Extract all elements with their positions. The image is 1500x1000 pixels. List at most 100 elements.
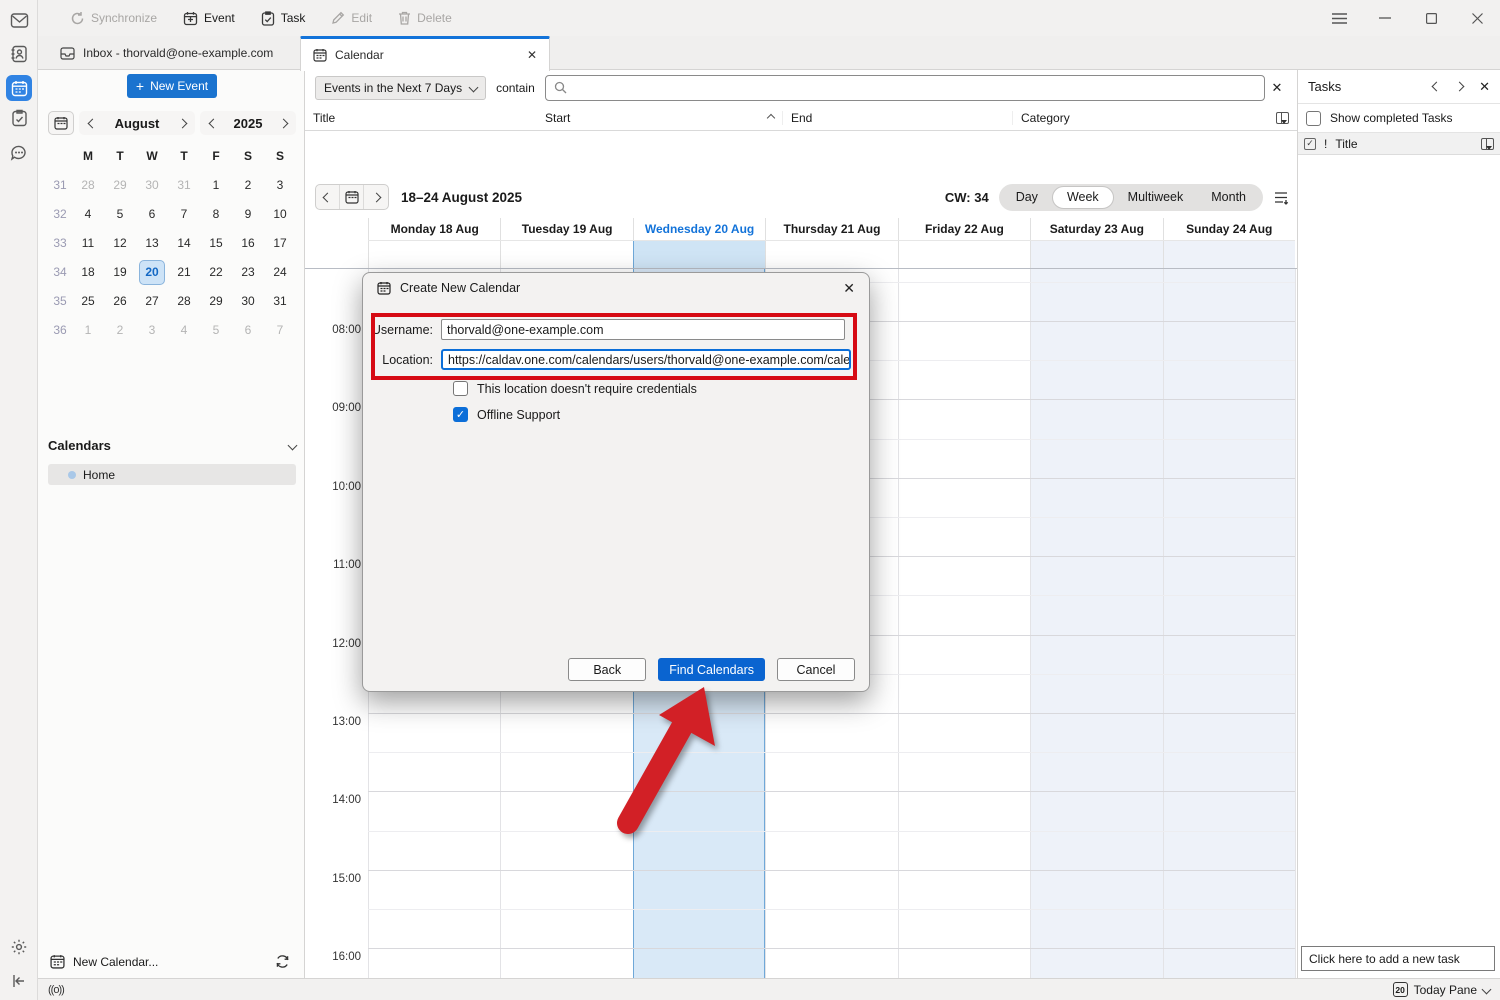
- column-start[interactable]: Start: [537, 111, 782, 125]
- event-search-input[interactable]: [545, 75, 1265, 101]
- minical-day[interactable]: 17: [264, 229, 296, 257]
- day-column[interactable]: [1163, 269, 1295, 978]
- minical-day[interactable]: 18: [72, 258, 104, 286]
- app-menu-icon[interactable]: [1316, 0, 1362, 36]
- day-header[interactable]: Tuesday 19 Aug: [500, 218, 632, 240]
- previous-week-icon[interactable]: [316, 185, 340, 209]
- allday-cell[interactable]: [368, 241, 500, 268]
- allday-cell[interactable]: [765, 241, 897, 268]
- minical-day[interactable]: 30: [136, 171, 168, 199]
- minical-day[interactable]: 11: [72, 229, 104, 257]
- allday-cell[interactable]: [633, 241, 765, 268]
- chat-space-icon[interactable]: [6, 140, 32, 166]
- tab-close-icon[interactable]: ✕: [527, 48, 537, 62]
- prev-month-icon[interactable]: [79, 120, 105, 127]
- minical-day[interactable]: 3: [136, 316, 168, 344]
- offline-support-checkbox[interactable]: ✓: [453, 407, 468, 422]
- find-calendars-button[interactable]: Find Calendars: [658, 658, 765, 681]
- minical-day[interactable]: 16: [232, 229, 264, 257]
- minical-day[interactable]: 28: [168, 287, 200, 315]
- minical-day[interactable]: 9: [232, 200, 264, 228]
- no-credentials-checkbox[interactable]: [453, 381, 468, 396]
- view-week-button[interactable]: Week: [1052, 186, 1114, 209]
- next-week-icon[interactable]: [364, 185, 388, 209]
- today-pane-toggle[interactable]: 20 Today Pane: [1393, 982, 1490, 997]
- minical-day[interactable]: 22: [200, 258, 232, 286]
- collapse-spaces-icon[interactable]: [6, 968, 32, 994]
- minical-day[interactable]: 1: [72, 316, 104, 344]
- location-input[interactable]: https://caldav.one.com/calendars/users/t…: [441, 349, 851, 370]
- priority-column[interactable]: !: [1324, 137, 1327, 151]
- go-to-today-icon[interactable]: [340, 185, 364, 209]
- new-calendar-button[interactable]: New Calendar...: [73, 955, 158, 969]
- new-event-button[interactable]: + New Event: [127, 74, 217, 98]
- minical-day[interactable]: 21: [168, 258, 200, 286]
- cancel-button[interactable]: Cancel: [777, 658, 855, 681]
- minical-day[interactable]: 31: [168, 171, 200, 199]
- day-column[interactable]: [898, 269, 1030, 978]
- username-input[interactable]: thorvald@one-example.com: [441, 319, 845, 340]
- back-button[interactable]: Back: [568, 658, 646, 681]
- minical-day[interactable]: 2: [104, 316, 136, 344]
- minical-day[interactable]: 2: [232, 171, 264, 199]
- allday-cell[interactable]: [1163, 241, 1295, 268]
- minical-day[interactable]: 24: [264, 258, 296, 286]
- allday-cell[interactable]: [1030, 241, 1162, 268]
- next-year-icon[interactable]: [270, 120, 296, 127]
- minical-day[interactable]: 1: [200, 171, 232, 199]
- edit-button[interactable]: Edit: [323, 6, 380, 30]
- minical-day[interactable]: 4: [72, 200, 104, 228]
- tab-inbox[interactable]: Inbox - thorvald@one-example.com: [48, 36, 288, 70]
- next-month-icon[interactable]: [169, 120, 195, 127]
- minical-today-icon[interactable]: [48, 111, 74, 135]
- minical-day[interactable]: 8: [200, 200, 232, 228]
- tasks-title-column[interactable]: Title: [1335, 137, 1357, 151]
- minical-day[interactable]: 31: [264, 287, 296, 315]
- day-header[interactable]: Wednesday 20 Aug: [633, 218, 765, 240]
- mail-space-icon[interactable]: [6, 7, 32, 33]
- minical-day[interactable]: 13: [136, 229, 168, 257]
- minical-day[interactable]: 26: [104, 287, 136, 315]
- rotate-view-icon[interactable]: [1273, 190, 1289, 205]
- minical-day[interactable]: 25: [72, 287, 104, 315]
- minical-day[interactable]: 30: [232, 287, 264, 315]
- column-picker-icon[interactable]: [1481, 138, 1494, 150]
- minical-day[interactable]: 5: [104, 200, 136, 228]
- column-picker-icon[interactable]: [1276, 112, 1289, 124]
- tasks-next-icon[interactable]: [1455, 82, 1465, 92]
- calendar-list-item-home[interactable]: Home: [48, 464, 296, 485]
- minical-day[interactable]: 4: [168, 316, 200, 344]
- add-task-input[interactable]: Click here to add a new task: [1301, 946, 1495, 971]
- day-header[interactable]: Friday 22 Aug: [898, 218, 1030, 240]
- minical-day[interactable]: 27: [136, 287, 168, 315]
- minical-day[interactable]: 5: [200, 316, 232, 344]
- task-button[interactable]: Task: [253, 6, 314, 31]
- synchronize-button[interactable]: Synchronize: [62, 6, 165, 31]
- minimize-icon[interactable]: [1362, 0, 1408, 36]
- day-header[interactable]: Saturday 23 Aug: [1030, 218, 1162, 240]
- maximize-icon[interactable]: [1408, 0, 1454, 36]
- minical-day[interactable]: 10: [264, 200, 296, 228]
- minical-day[interactable]: 14: [168, 229, 200, 257]
- minical-day[interactable]: 7: [168, 200, 200, 228]
- event-button[interactable]: Event: [175, 6, 243, 31]
- settings-gear-icon[interactable]: [6, 934, 32, 960]
- close-filter-icon[interactable]: ✕: [1265, 80, 1289, 96]
- calendar-space-icon[interactable]: [6, 75, 32, 101]
- allday-cell[interactable]: [898, 241, 1030, 268]
- view-month-button[interactable]: Month: [1197, 184, 1260, 211]
- dialog-close-icon[interactable]: ✕: [843, 280, 855, 297]
- tasks-prev-icon[interactable]: [1432, 82, 1442, 92]
- tasks-close-icon[interactable]: ✕: [1479, 79, 1490, 95]
- column-end[interactable]: End: [782, 111, 1012, 125]
- view-multiweek-button[interactable]: Multiweek: [1114, 184, 1198, 211]
- tasks-space-icon[interactable]: [6, 105, 32, 131]
- prev-year-icon[interactable]: [200, 120, 226, 127]
- minical-day[interactable]: 23: [232, 258, 264, 286]
- minical-day[interactable]: 7: [264, 316, 296, 344]
- column-title[interactable]: Title: [305, 111, 537, 125]
- view-day-button[interactable]: Day: [1002, 184, 1052, 211]
- minical-day[interactable]: 12: [104, 229, 136, 257]
- delete-button[interactable]: Delete: [390, 6, 460, 30]
- minical-day[interactable]: 6: [136, 200, 168, 228]
